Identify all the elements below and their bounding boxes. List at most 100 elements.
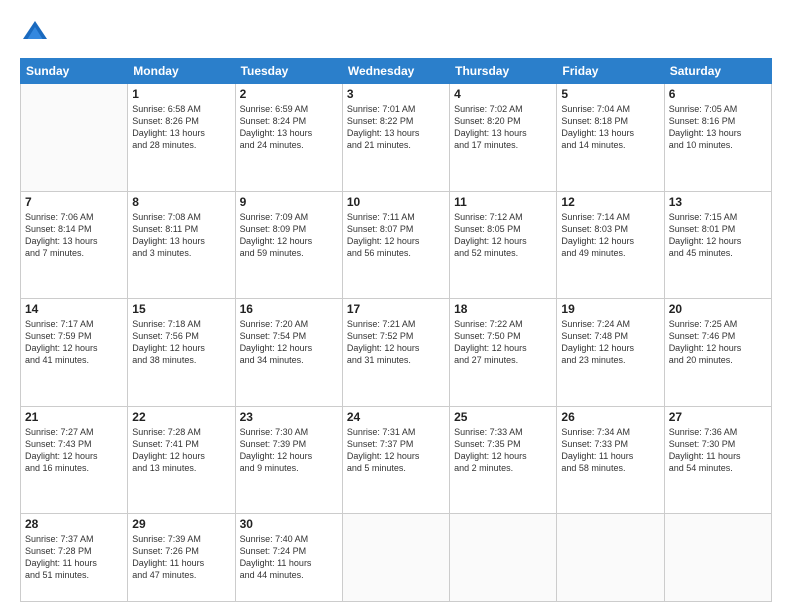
- calendar-cell: 20 Sunrise: 7:25 AM Sunset: 7:46 PM Dayli…: [664, 299, 771, 407]
- calendar-cell: 3 Sunrise: 7:01 AM Sunset: 8:22 PM Daylig…: [342, 84, 449, 192]
- calendar-cell: 26 Sunrise: 7:34 AM Sunset: 7:33 PM Dayli…: [557, 406, 664, 514]
- cell-info: Sunrise: 7:31 AM Sunset: 7:37 PM Dayligh…: [347, 426, 445, 475]
- calendar-cell: 9Sunrise: 7:09 AM Sunset: 8:09 PM Daylig…: [235, 191, 342, 299]
- week-row-1: 7 Sunrise: 7:06 AM Sunset: 8:14 PM Daylig…: [21, 191, 772, 299]
- cell-info: Sunrise: 6:59 AM Sunset: 8:24 PM Dayligh…: [240, 103, 338, 152]
- calendar-cell: 14Sunrise: 7:17 AM Sunset: 7:59 PM Dayli…: [21, 299, 128, 407]
- day-number: 17: [347, 302, 445, 316]
- calendar-header-row: SundayMondayTuesdayWednesdayThursdayFrid…: [21, 59, 772, 84]
- calendar-cell: 13 Sunrise: 7:15 AM Sunset: 8:01 PM Dayli…: [664, 191, 771, 299]
- calendar-table: SundayMondayTuesdayWednesdayThursdayFrid…: [20, 58, 772, 602]
- cell-info: Sunrise: 7:12 AM Sunset: 8:05 PM Dayligh…: [454, 211, 552, 260]
- cell-info: Sunrise: 7:34 AM Sunset: 7:33 PM Dayligh…: [561, 426, 659, 475]
- page: SundayMondayTuesdayWednesdayThursdayFrid…: [0, 0, 792, 612]
- column-header-friday: Friday: [557, 59, 664, 84]
- calendar-cell: [21, 84, 128, 192]
- cell-info: Sunrise: 7:18 AM Sunset: 7:56 PM Dayligh…: [132, 318, 230, 367]
- cell-info: Sunrise: 7:30 AM Sunset: 7:39 PM Dayligh…: [240, 426, 338, 475]
- calendar-cell: 18 Sunrise: 7:22 AM Sunset: 7:50 PM Dayli…: [450, 299, 557, 407]
- calendar-cell: 29 Sunrise: 7:39 AM Sunset: 7:26 PM Dayli…: [128, 514, 235, 602]
- cell-info: Sunrise: 7:25 AM Sunset: 7:46 PM Dayligh…: [669, 318, 767, 367]
- day-number: 9: [240, 195, 338, 209]
- day-number: 11: [454, 195, 552, 209]
- calendar-cell: [557, 514, 664, 602]
- cell-info: Sunrise: 7:37 AM Sunset: 7:28 PM Dayligh…: [25, 533, 123, 582]
- cell-info: Sunrise: 7:28 AM Sunset: 7:41 PM Dayligh…: [132, 426, 230, 475]
- day-number: 29: [132, 517, 230, 531]
- cell-info: Sunrise: 7:22 AM Sunset: 7:50 PM Dayligh…: [454, 318, 552, 367]
- cell-info: Sunrise: 6:58 AM Sunset: 8:26 PM Dayligh…: [132, 103, 230, 152]
- calendar-cell: 17 Sunrise: 7:21 AM Sunset: 7:52 PM Dayli…: [342, 299, 449, 407]
- column-header-monday: Monday: [128, 59, 235, 84]
- day-number: 3: [347, 87, 445, 101]
- cell-info: Sunrise: 7:06 AM Sunset: 8:14 PM Dayligh…: [25, 211, 123, 260]
- day-number: 1: [132, 87, 230, 101]
- calendar-cell: 19Sunrise: 7:24 AM Sunset: 7:48 PM Dayli…: [557, 299, 664, 407]
- cell-info: Sunrise: 7:39 AM Sunset: 7:26 PM Dayligh…: [132, 533, 230, 582]
- calendar-cell: 7 Sunrise: 7:06 AM Sunset: 8:14 PM Daylig…: [21, 191, 128, 299]
- week-row-0: 1 Sunrise: 6:58 AM Sunset: 8:26 PM Daylig…: [21, 84, 772, 192]
- cell-info: Sunrise: 7:24 AM Sunset: 7:48 PM Dayligh…: [561, 318, 659, 367]
- cell-info: Sunrise: 7:36 AM Sunset: 7:30 PM Dayligh…: [669, 426, 767, 475]
- calendar-cell: 10Sunrise: 7:11 AM Sunset: 8:07 PM Dayli…: [342, 191, 449, 299]
- cell-info: Sunrise: 7:08 AM Sunset: 8:11 PM Dayligh…: [132, 211, 230, 260]
- calendar-cell: 30Sunrise: 7:40 AM Sunset: 7:24 PM Dayli…: [235, 514, 342, 602]
- day-number: 2: [240, 87, 338, 101]
- day-number: 20: [669, 302, 767, 316]
- day-number: 27: [669, 410, 767, 424]
- day-number: 23: [240, 410, 338, 424]
- cell-info: Sunrise: 7:20 AM Sunset: 7:54 PM Dayligh…: [240, 318, 338, 367]
- calendar-cell: 12 Sunrise: 7:14 AM Sunset: 8:03 PM Dayli…: [557, 191, 664, 299]
- cell-info: Sunrise: 7:33 AM Sunset: 7:35 PM Dayligh…: [454, 426, 552, 475]
- calendar-cell: 8 Sunrise: 7:08 AM Sunset: 8:11 PM Daylig…: [128, 191, 235, 299]
- logo-icon: [20, 18, 50, 48]
- day-number: 28: [25, 517, 123, 531]
- day-number: 7: [25, 195, 123, 209]
- week-row-4: 28 Sunrise: 7:37 AM Sunset: 7:28 PM Dayli…: [21, 514, 772, 602]
- day-number: 10: [347, 195, 445, 209]
- calendar-cell: 11 Sunrise: 7:12 AM Sunset: 8:05 PM Dayli…: [450, 191, 557, 299]
- calendar-cell: 27 Sunrise: 7:36 AM Sunset: 7:30 PM Dayli…: [664, 406, 771, 514]
- calendar-cell: 1 Sunrise: 6:58 AM Sunset: 8:26 PM Daylig…: [128, 84, 235, 192]
- day-number: 22: [132, 410, 230, 424]
- calendar-cell: 6 Sunrise: 7:05 AM Sunset: 8:16 PM Daylig…: [664, 84, 771, 192]
- day-number: 13: [669, 195, 767, 209]
- cell-info: Sunrise: 7:40 AM Sunset: 7:24 PM Dayligh…: [240, 533, 338, 582]
- calendar-cell: 5 Sunrise: 7:04 AM Sunset: 8:18 PM Daylig…: [557, 84, 664, 192]
- day-number: 6: [669, 87, 767, 101]
- cell-info: Sunrise: 7:01 AM Sunset: 8:22 PM Dayligh…: [347, 103, 445, 152]
- cell-info: Sunrise: 7:04 AM Sunset: 8:18 PM Dayligh…: [561, 103, 659, 152]
- day-number: 16: [240, 302, 338, 316]
- column-header-tuesday: Tuesday: [235, 59, 342, 84]
- day-number: 21: [25, 410, 123, 424]
- cell-info: Sunrise: 7:17 AM Sunset: 7:59 PM Dayligh…: [25, 318, 123, 367]
- day-number: 5: [561, 87, 659, 101]
- calendar-cell: 2 Sunrise: 6:59 AM Sunset: 8:24 PM Daylig…: [235, 84, 342, 192]
- column-header-saturday: Saturday: [664, 59, 771, 84]
- cell-info: Sunrise: 7:27 AM Sunset: 7:43 PM Dayligh…: [25, 426, 123, 475]
- day-number: 24: [347, 410, 445, 424]
- calendar-cell: [664, 514, 771, 602]
- logo: [20, 18, 54, 48]
- cell-info: Sunrise: 7:15 AM Sunset: 8:01 PM Dayligh…: [669, 211, 767, 260]
- calendar-cell: 15 Sunrise: 7:18 AM Sunset: 7:56 PM Dayli…: [128, 299, 235, 407]
- column-header-sunday: Sunday: [21, 59, 128, 84]
- cell-info: Sunrise: 7:14 AM Sunset: 8:03 PM Dayligh…: [561, 211, 659, 260]
- day-number: 15: [132, 302, 230, 316]
- calendar-cell: 16 Sunrise: 7:20 AM Sunset: 7:54 PM Dayli…: [235, 299, 342, 407]
- cell-info: Sunrise: 7:21 AM Sunset: 7:52 PM Dayligh…: [347, 318, 445, 367]
- cell-info: Sunrise: 7:05 AM Sunset: 8:16 PM Dayligh…: [669, 103, 767, 152]
- calendar-cell: 25Sunrise: 7:33 AM Sunset: 7:35 PM Dayli…: [450, 406, 557, 514]
- day-number: 12: [561, 195, 659, 209]
- day-number: 8: [132, 195, 230, 209]
- calendar-cell: 21 Sunrise: 7:27 AM Sunset: 7:43 PM Dayli…: [21, 406, 128, 514]
- day-number: 26: [561, 410, 659, 424]
- calendar-cell: 22 Sunrise: 7:28 AM Sunset: 7:41 PM Dayli…: [128, 406, 235, 514]
- calendar-cell: 24 Sunrise: 7:31 AM Sunset: 7:37 PM Dayli…: [342, 406, 449, 514]
- week-row-2: 14Sunrise: 7:17 AM Sunset: 7:59 PM Dayli…: [21, 299, 772, 407]
- day-number: 4: [454, 87, 552, 101]
- calendar-cell: 4Sunrise: 7:02 AM Sunset: 8:20 PM Daylig…: [450, 84, 557, 192]
- day-number: 18: [454, 302, 552, 316]
- column-header-thursday: Thursday: [450, 59, 557, 84]
- header: [20, 18, 772, 48]
